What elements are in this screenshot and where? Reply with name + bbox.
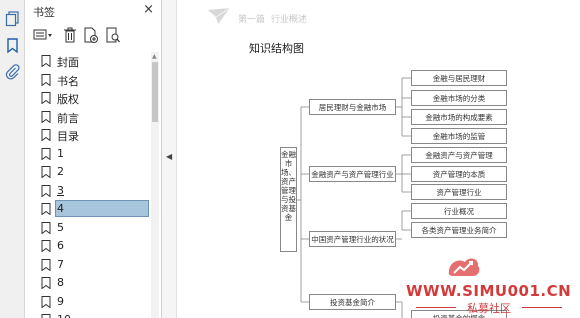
bookmark-item[interactable]: 版权 bbox=[35, 89, 149, 107]
bookmark-icon bbox=[41, 147, 51, 160]
bookmark-label: 1 bbox=[57, 146, 64, 160]
leaf-node: 行业概况 bbox=[411, 203, 507, 219]
bookmark-label: 5 bbox=[57, 220, 64, 234]
branch-node: 居民理财与金融市场 bbox=[309, 99, 396, 115]
bookmark-icon bbox=[41, 221, 51, 234]
bookmark-panel-icon[interactable] bbox=[4, 37, 21, 54]
find-bookmark-icon[interactable] bbox=[105, 26, 121, 44]
selection-highlight bbox=[55, 200, 149, 217]
bookmark-item[interactable]: 1 bbox=[35, 145, 149, 163]
bookmark-item[interactable]: 8 bbox=[35, 274, 149, 292]
attachment-icon[interactable] bbox=[4, 63, 21, 80]
panel-title: 书签 bbox=[33, 6, 55, 19]
collapse-panel-icon[interactable]: ◀ bbox=[166, 152, 172, 161]
panel-splitter[interactable]: ◀ bbox=[162, 0, 177, 318]
watermark-site: WWW.SIMU001.CN bbox=[406, 282, 572, 300]
bookmark-icon bbox=[41, 258, 51, 271]
bookmark-label: 前言 bbox=[57, 111, 79, 125]
bookmark-item[interactable]: 封面 bbox=[35, 52, 149, 70]
bookmark-item[interactable]: 9 bbox=[35, 293, 149, 311]
site-watermark: WWW.SIMU001.CN 私募社区 bbox=[400, 252, 580, 318]
bookmark-label: 8 bbox=[57, 276, 64, 289]
leaf-node: 金融与居民理财 bbox=[411, 70, 507, 86]
bookmarks-panel: 书签 × 封面 书名 版权 前言 目录 1 2 3 4 5 6 7 8 9 ▲ bbox=[25, 0, 162, 318]
leaf-node: 金融市场的构成要素 bbox=[411, 109, 507, 125]
bookmark-label: 目录 bbox=[57, 130, 79, 143]
bookmark-label: 封面 bbox=[57, 56, 79, 69]
panel-header: 书签 × bbox=[25, 0, 162, 22]
bookmark-icon bbox=[41, 166, 51, 178]
close-icon[interactable]: × bbox=[143, 3, 154, 17]
bookmark-scrollbar[interactable]: ▲ bbox=[151, 52, 159, 318]
options-menu-icon[interactable] bbox=[33, 26, 55, 44]
leaf-node: 金融资产与资产管理 bbox=[411, 147, 507, 163]
bookmark-icon bbox=[41, 55, 51, 67]
mindmap-root-node: 金融市场、资产管理与投资基金 bbox=[280, 147, 297, 252]
bookmark-item[interactable]: 书名 bbox=[35, 71, 149, 89]
bookmark-label: 7 bbox=[57, 257, 64, 271]
watermark-subtitle: 私募社区 bbox=[467, 302, 511, 315]
bookmark-toolbar bbox=[25, 26, 162, 46]
bookmark-icon bbox=[41, 129, 51, 141]
bookmark-icon bbox=[41, 295, 51, 308]
bookmark-icon bbox=[41, 314, 51, 318]
bookmark-icon bbox=[41, 203, 51, 215]
branch-node: 金融资产与资产管理行业 bbox=[309, 166, 396, 182]
leaf-node: 金融市场的监管 bbox=[411, 128, 507, 144]
scroll-up-icon[interactable]: ▲ bbox=[152, 54, 158, 60]
leaf-node: 各类资产管理业务简介 bbox=[411, 222, 507, 238]
scrollbar-thumb[interactable] bbox=[152, 62, 158, 122]
leaf-node: 资产管理的本质 bbox=[411, 166, 507, 182]
new-bookmark-icon[interactable] bbox=[83, 26, 99, 44]
delete-icon[interactable] bbox=[63, 26, 77, 44]
bookmark-item[interactable]: 6 bbox=[35, 237, 149, 255]
leaf-node: 金融市场的分类 bbox=[411, 90, 507, 106]
pages-thumbnail-icon[interactable] bbox=[4, 10, 21, 27]
branch-node: 中国资产管理行业的状况 bbox=[309, 231, 396, 247]
bookmark-item[interactable]: 前言 bbox=[35, 108, 149, 126]
bookmark-icon bbox=[41, 240, 51, 252]
bookmark-icon bbox=[41, 92, 51, 104]
bookmark-icon bbox=[41, 184, 51, 197]
side-rail bbox=[0, 0, 25, 318]
watermark-rule bbox=[522, 307, 562, 308]
bookmark-label: 4 bbox=[57, 202, 64, 215]
bookmark-label: 2 bbox=[57, 165, 64, 178]
bookmark-item-selected[interactable]: 4 bbox=[35, 200, 149, 218]
bookmark-label: 3 bbox=[57, 183, 64, 197]
bookmark-item[interactable]: 5 bbox=[35, 219, 149, 237]
bookmark-label: 9 bbox=[57, 294, 64, 308]
bookmark-icon bbox=[41, 110, 51, 123]
bookmark-label: 版权 bbox=[57, 93, 79, 106]
bookmark-item[interactable]: 2 bbox=[35, 163, 149, 181]
bookmark-item[interactable]: 3 bbox=[35, 182, 149, 200]
watermark-logo-icon bbox=[448, 258, 480, 276]
bookmark-label: 书名 bbox=[57, 74, 79, 88]
bookmark-item[interactable]: 7 bbox=[35, 256, 149, 274]
bookmark-icon bbox=[41, 73, 51, 86]
leaf-node: 资产管理行业 bbox=[411, 184, 507, 200]
bookmark-item[interactable]: 目录 bbox=[35, 126, 149, 144]
bookmark-list: 封面 书名 版权 前言 目录 1 2 3 4 5 6 7 8 9 bbox=[25, 52, 149, 318]
bookmark-label: 10 bbox=[57, 313, 71, 318]
bookmark-icon bbox=[41, 277, 51, 289]
branch-node: 投资基金简介 bbox=[309, 294, 396, 310]
bookmark-label: 6 bbox=[57, 239, 64, 252]
bookmark-item[interactable]: 10 bbox=[35, 311, 149, 318]
